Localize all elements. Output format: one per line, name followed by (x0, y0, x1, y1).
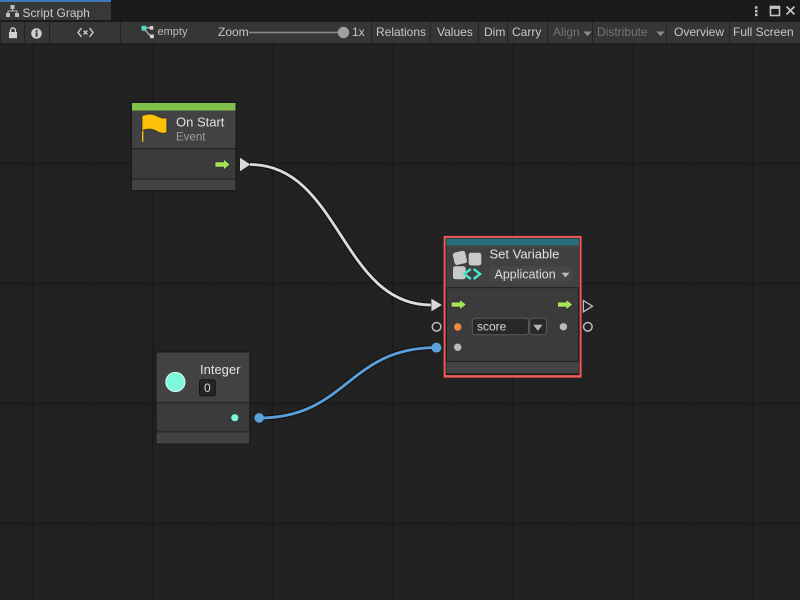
svg-text:score: score (477, 320, 507, 334)
svg-text:Integer: Integer (200, 362, 241, 377)
svg-text:Set Variable: Set Variable (490, 246, 560, 261)
svg-text:Event: Event (176, 132, 206, 144)
svg-text:On Start: On Start (176, 114, 225, 129)
svg-text:Application: Application (495, 267, 556, 281)
svg-text:0: 0 (204, 381, 211, 395)
